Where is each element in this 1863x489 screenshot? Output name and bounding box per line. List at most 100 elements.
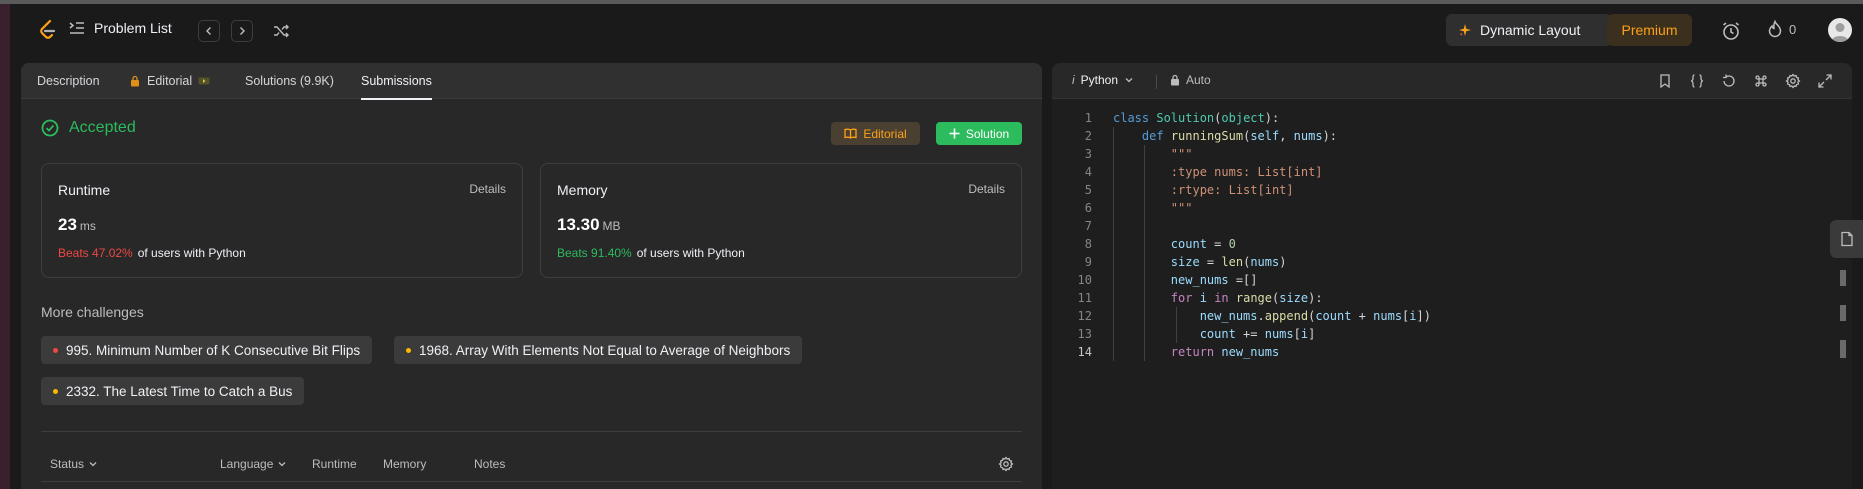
memory-beats: Beats 91.40% of users with Python [557,246,745,260]
challenge-label: 2332. The Latest Time to Catch a Bus [66,383,293,399]
code-text: """ [1113,147,1193,161]
tab-submissions[interactable]: Submissions [361,63,432,100]
tab-solutions[interactable]: Solutions (9.9K) [245,63,334,99]
memory-value: 13.30 [557,215,600,234]
code-text: new_nums.append(count + nums[i]) [1199,309,1431,323]
document-icon [1840,231,1853,247]
line-number: 7 [1084,219,1092,233]
challenge-chip[interactable]: 1968. Array With Elements Not Equal to A… [394,336,803,364]
runtime-details-link[interactable]: Details [469,182,506,196]
expand-icon[interactable] [1817,73,1833,89]
gear-icon[interactable] [998,456,1014,472]
command-shortcut-icon[interactable] [1753,73,1769,89]
code-line: 14 return new_nums [1052,343,1832,361]
window-left-strip [0,4,10,489]
challenge-chip[interactable]: 995. Minimum Number of K Consecutive Bit… [41,336,373,364]
editorial-button[interactable]: Editorial [831,122,920,145]
memory-card[interactable]: Memory Details 13.30 MB Beats 91.40% of us… [540,163,1022,278]
settings-gear-icon[interactable] [1785,73,1801,89]
memory-details-link[interactable]: Details [968,182,1005,196]
code-text: return new_nums [1170,345,1280,359]
sparkle-icon [1459,24,1471,36]
memory-unit: MB [602,219,621,233]
avatar-placeholder-icon [1831,23,1849,42]
solution-button[interactable]: Solution [936,122,1022,145]
streak-count: 0 [1789,21,1797,37]
column-language-filter[interactable]: Language [220,457,287,471]
code-area[interactable]: 1 class Solution(object): 2 def runningSu… [1052,109,1832,361]
memory-beats-suffix: of users with Python [636,246,745,260]
prev-problem-button[interactable] [198,20,220,42]
column-runtime-label: Runtime [312,457,357,471]
line-number: 12 [1077,309,1092,323]
bookmark-icon[interactable] [1657,73,1673,89]
next-problem-button[interactable] [231,20,253,42]
code-line: 4 :type nums: List[int] [1052,163,1832,181]
line-number: 5 [1084,183,1092,197]
code-line: 10 new_nums =[] [1052,271,1832,289]
leetcode-logo-icon[interactable] [36,18,60,42]
code-line: 11 for i in range(size): [1052,289,1832,307]
code-line: 7 [1052,217,1832,235]
line-number: 14 [1077,345,1092,359]
column-notes: Notes [474,457,505,471]
user-avatar[interactable] [1828,18,1852,42]
language-selector[interactable]: i Python [1072,73,1134,87]
code-line: 13 count += nums[i] [1052,325,1832,343]
line-number: 13 [1077,327,1092,341]
column-memory: Memory [383,457,426,471]
line-number: 6 [1084,201,1092,215]
submission-status: Accepted [41,119,136,137]
reset-icon[interactable] [1721,73,1737,89]
more-challenges-heading: More challenges [41,304,144,320]
accepted-label: Accepted [69,119,136,136]
scrollbar-marker [1840,340,1846,358]
problem-list-label: Problem List [94,20,172,36]
shuffle-icon[interactable] [272,22,290,40]
table-header-divider [41,481,1022,482]
premium-label: Premium [1621,22,1678,38]
dynamic-layout-button[interactable]: Dynamic Layout [1446,14,1612,46]
tab-solutions-label: Solutions (9.9K) [245,74,334,88]
runtime-beats-suffix: of users with Python [137,246,246,260]
code-text: def runningSum(self, nums): [1141,129,1338,143]
streak-counter[interactable]: 0 [1767,20,1796,38]
chevron-down-icon [278,462,286,467]
toolbar-separator [1156,75,1157,89]
indent-guide [1113,127,1114,361]
line-number: 3 [1084,147,1092,161]
challenge-label: 995. Minimum Number of K Consecutive Bit… [66,342,361,358]
tab-description[interactable]: Description [37,63,100,99]
auto-mode-toggle[interactable]: Auto [1170,73,1211,87]
premium-button[interactable]: Premium [1607,14,1692,46]
runtime-card[interactable]: Runtime Details 23 ms Beats 47.02% of user… [41,163,523,278]
check-circle-icon [41,119,59,137]
column-notes-label: Notes [474,457,506,471]
code-line: 8 count = 0 [1052,235,1832,253]
code-text: :rtype: List[int] [1113,183,1294,197]
code-text: size = len(nums) [1170,255,1287,269]
runtime-value: 23 [58,215,77,234]
problem-list-button[interactable]: Problem List [68,19,172,37]
difficulty-dot-medium [53,388,58,394]
memory-title: Memory [557,182,608,198]
chevron-down-icon [89,462,97,467]
code-editor-panel: i Python Auto 1 class Solution(object): 2… [1052,63,1852,489]
memory-value-wrap: 13.30 MB [557,215,621,235]
challenge-chip[interactable]: 2332. The Latest Time to Catch a Bus [41,377,305,405]
scrollbar-marker [1840,305,1846,321]
braces-format-icon[interactable] [1689,73,1705,89]
side-notes-tab[interactable] [1830,220,1863,258]
alarm-clock-icon[interactable] [1720,20,1742,42]
memory-beats-percent: Beats 91.40% [557,246,632,260]
language-label: Python [1080,73,1119,87]
panel-tabs: Description Editorial Solutions (9.9K) S… [21,63,1042,100]
tab-editorial[interactable]: Editorial [129,63,210,99]
description-panel: Description Editorial Solutions (9.9K) S… [21,63,1042,489]
video-icon [198,77,210,85]
column-status-filter[interactable]: Status [50,457,98,471]
column-runtime: Runtime [312,457,357,471]
dynamic-layout-label: Dynamic Layout [1480,22,1581,38]
indent-guide [1144,145,1145,361]
editorial-button-label: Editorial [863,126,907,141]
